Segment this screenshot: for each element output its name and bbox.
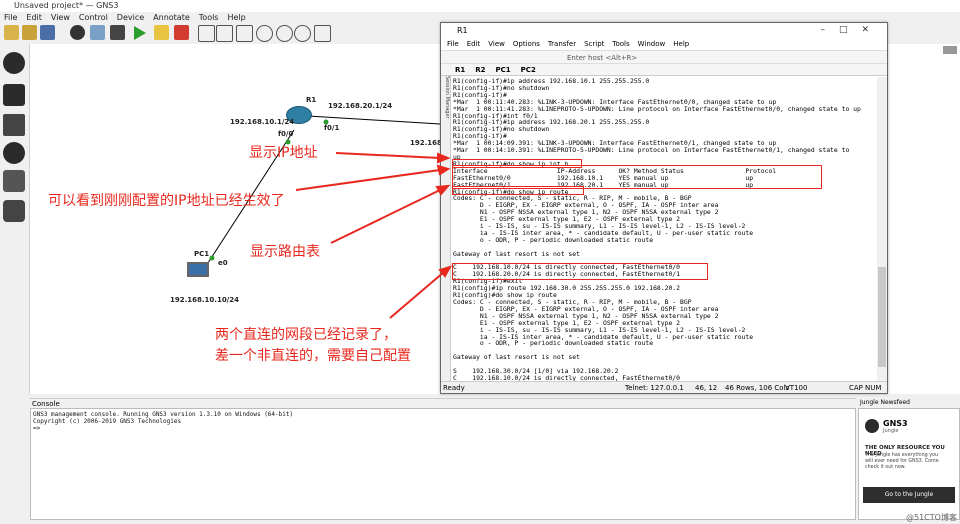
jungle-body: The Jungle has everything you will ever … <box>865 453 939 470</box>
console-panel[interactable]: GNS3 management console. Running GNS3 ve… <box>30 408 856 520</box>
jungle-sub: Jungle <box>883 428 899 434</box>
watermark: @51CTO博客 <box>906 513 957 522</box>
console-title: Console <box>30 398 856 408</box>
console-line: => <box>33 425 41 432</box>
annotation-ip-effective: 可以看到刚刚配置的IP地址已经生效了 <box>48 193 285 209</box>
annotation-show-ip: 显示IP地址 <box>249 145 318 161</box>
annotation-direct-1: 两个直连的网段已经记录了， <box>215 327 397 343</box>
jungle-title: Jungle Newsfeed <box>858 398 960 408</box>
annotation-direct-2: 差一个非直连的，需要自己配置 <box>215 348 411 364</box>
go-to-jungle-button[interactable]: Go to the Jungle <box>863 487 955 503</box>
annotation-show-route: 显示路由表 <box>250 244 320 260</box>
gns3-logo-icon <box>865 419 879 433</box>
console-line: GNS3 management console. Running GNS3 ve… <box>33 411 294 418</box>
jungle-panel: GNS3 Jungle THE ONLY RESOURCE YOU NEED T… <box>858 408 960 520</box>
jungle-brand: GNS3 <box>883 419 908 428</box>
console-line: Copyright (c) 2006-2019 GNS3 Technologie… <box>33 418 182 425</box>
